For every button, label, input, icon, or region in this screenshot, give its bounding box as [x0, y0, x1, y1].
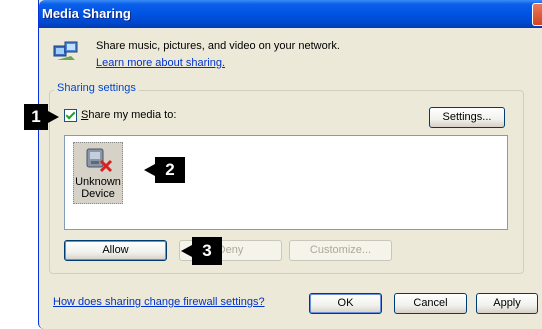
media-sharing-dialog: Media Sharing Share music, pictures, and…: [38, 0, 542, 329]
ok-button-label: OK: [337, 297, 354, 309]
callout-2: 2: [144, 157, 185, 183]
apply-button[interactable]: Apply: [476, 293, 538, 314]
allow-button[interactable]: Allow: [64, 240, 167, 261]
share-my-media-checkbox[interactable]: [64, 109, 77, 122]
customize-button[interactable]: Customize...: [289, 240, 392, 261]
cancel-button-label: Cancel: [413, 297, 448, 309]
title-bar[interactable]: Media Sharing: [39, 0, 542, 28]
apply-button-label: Apply: [493, 297, 521, 309]
callout-1: 1: [24, 104, 59, 130]
learn-more-link[interactable]: Learn more about sharing.: [96, 57, 225, 69]
window-title: Media Sharing: [42, 6, 131, 21]
ok-button[interactable]: OK: [309, 293, 382, 314]
share-my-media-label-rest: hare my media to:: [88, 109, 177, 121]
device-list[interactable]: Unknown Device: [64, 135, 508, 230]
device-name-line2: Device: [81, 188, 115, 200]
header-description: Share music, pictures, and video on your…: [96, 40, 340, 52]
allow-button-label: Allow: [102, 244, 129, 256]
settings-button-label: Settings...: [442, 111, 492, 123]
device-item-unknown[interactable]: Unknown Device: [73, 142, 123, 204]
media-share-icon: [53, 41, 78, 60]
device-name-line1: Unknown: [75, 176, 121, 188]
firewall-settings-link[interactable]: How does sharing change firewall setting…: [53, 296, 265, 308]
unknown-device-icon: [86, 148, 113, 173]
settings-button[interactable]: Settings...: [429, 107, 505, 128]
customize-button-label: Customize...: [309, 244, 372, 256]
callout-3: 3: [181, 237, 222, 265]
sharing-settings-label: Sharing settings: [54, 82, 139, 94]
close-button[interactable]: [532, 3, 542, 26]
cancel-button[interactable]: Cancel: [394, 293, 467, 314]
share-my-media-label: Share my media to:: [81, 109, 177, 121]
